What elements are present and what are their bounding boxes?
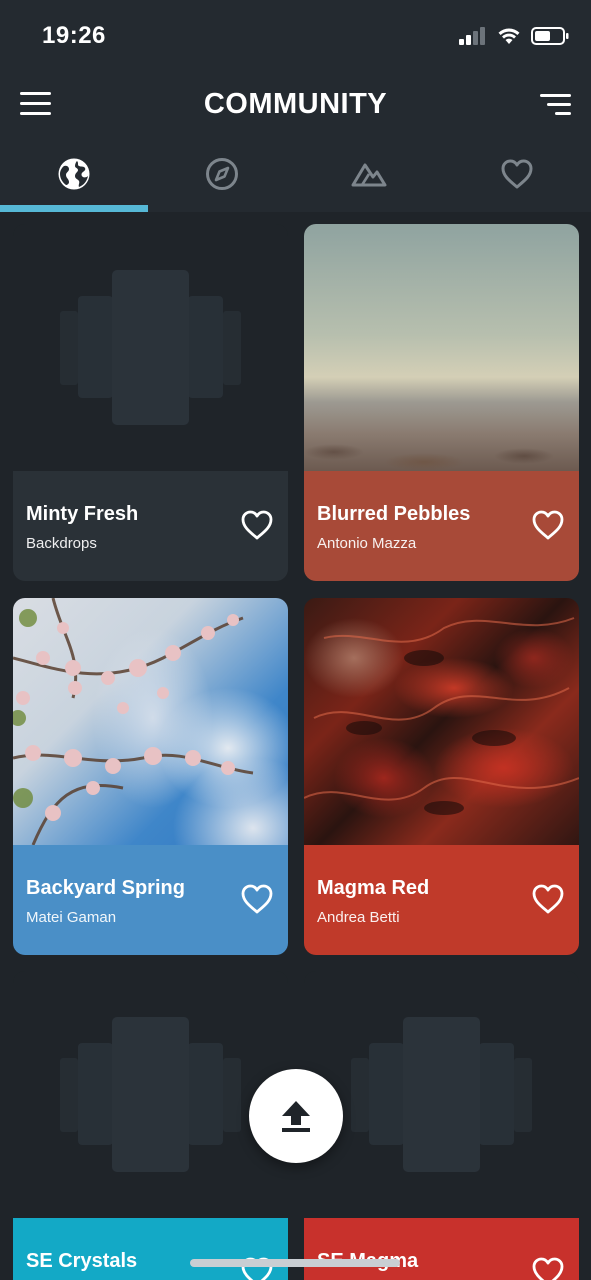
tab-explore[interactable]: [148, 144, 296, 204]
card-author: Antonio Mazza: [317, 535, 417, 552]
wallpaper-card[interactable]: Minty Fresh Backdrops: [13, 224, 288, 581]
card-footer: Magma Red Andrea Betti: [304, 845, 579, 955]
tab-bar: [0, 144, 591, 212]
wallpaper-image-pebbles: [304, 224, 579, 471]
status-bar: 19:26: [0, 0, 591, 70]
wallpaper-stack-icon: [60, 1017, 241, 1172]
wallpaper-stack-icon: [351, 1017, 532, 1172]
upload-icon: [282, 1101, 310, 1132]
tab-all[interactable]: [0, 144, 148, 204]
wallpaper-card[interactable]: Magma Red Andrea Betti: [304, 598, 579, 955]
favorite-heart-icon[interactable]: [240, 509, 274, 541]
compass-icon: [205, 158, 238, 190]
favorite-heart-icon[interactable]: [531, 1256, 565, 1280]
cellular-signal-icon: [459, 27, 485, 45]
page-title: COMMUNITY: [203, 88, 388, 120]
active-tab-indicator: [0, 205, 148, 212]
battery-icon: [531, 27, 569, 45]
tab-landscapes[interactable]: [296, 144, 444, 204]
magma-texture: [304, 617, 579, 815]
mountain-icon: [351, 163, 387, 187]
wallpaper-card[interactable]: SE Crystals: [13, 971, 288, 1280]
home-indicator[interactable]: [190, 1259, 400, 1267]
card-title: Magma Red: [317, 877, 430, 899]
wifi-icon: [498, 28, 520, 44]
wallpaper-card[interactable]: Backyard Spring Matei Gaman: [13, 598, 288, 955]
sort-button[interactable]: [539, 94, 571, 118]
card-footer: SE Crystals: [13, 1218, 288, 1280]
card-title: Blurred Pebbles: [317, 503, 471, 525]
card-author: Backdrops: [26, 535, 97, 552]
wallpaper-placeholder: [304, 971, 579, 1218]
favorite-heart-icon[interactable]: [240, 883, 274, 915]
card-author: Andrea Betti: [317, 909, 400, 926]
wallpaper-card[interactable]: SE Magma: [304, 971, 579, 1280]
wallpaper-image-blossom: [13, 598, 288, 846]
status-time: 19:26: [42, 22, 106, 49]
card-title: SE Crystals: [26, 1250, 138, 1272]
card-footer: Blurred Pebbles Antonio Mazza: [304, 471, 579, 581]
heart-icon: [501, 159, 533, 189]
wallpaper-placeholder: [13, 224, 288, 471]
card-footer: Minty Fresh Backdrops: [13, 471, 288, 581]
globe-icon: [58, 158, 90, 190]
wallpaper-placeholder: [13, 971, 288, 1218]
card-footer: SE Magma: [304, 1218, 579, 1280]
status-icons: [459, 26, 569, 46]
favorite-heart-icon[interactable]: [531, 883, 565, 915]
wallpaper-card[interactable]: Blurred Pebbles Antonio Mazza: [304, 224, 579, 581]
app-header: COMMUNITY: [0, 70, 591, 212]
card-title: Backyard Spring: [26, 877, 185, 899]
favorite-heart-icon[interactable]: [531, 509, 565, 541]
wallpaper-stack-icon: [60, 270, 241, 425]
upload-button[interactable]: [249, 1069, 343, 1163]
card-author: Matei Gaman: [26, 909, 117, 926]
card-footer: Backyard Spring Matei Gaman: [13, 845, 288, 955]
tab-favorites[interactable]: [443, 144, 591, 204]
card-title: Minty Fresh: [26, 503, 139, 525]
blossom-branches: [13, 598, 254, 846]
wallpaper-image-magma: [304, 598, 579, 845]
